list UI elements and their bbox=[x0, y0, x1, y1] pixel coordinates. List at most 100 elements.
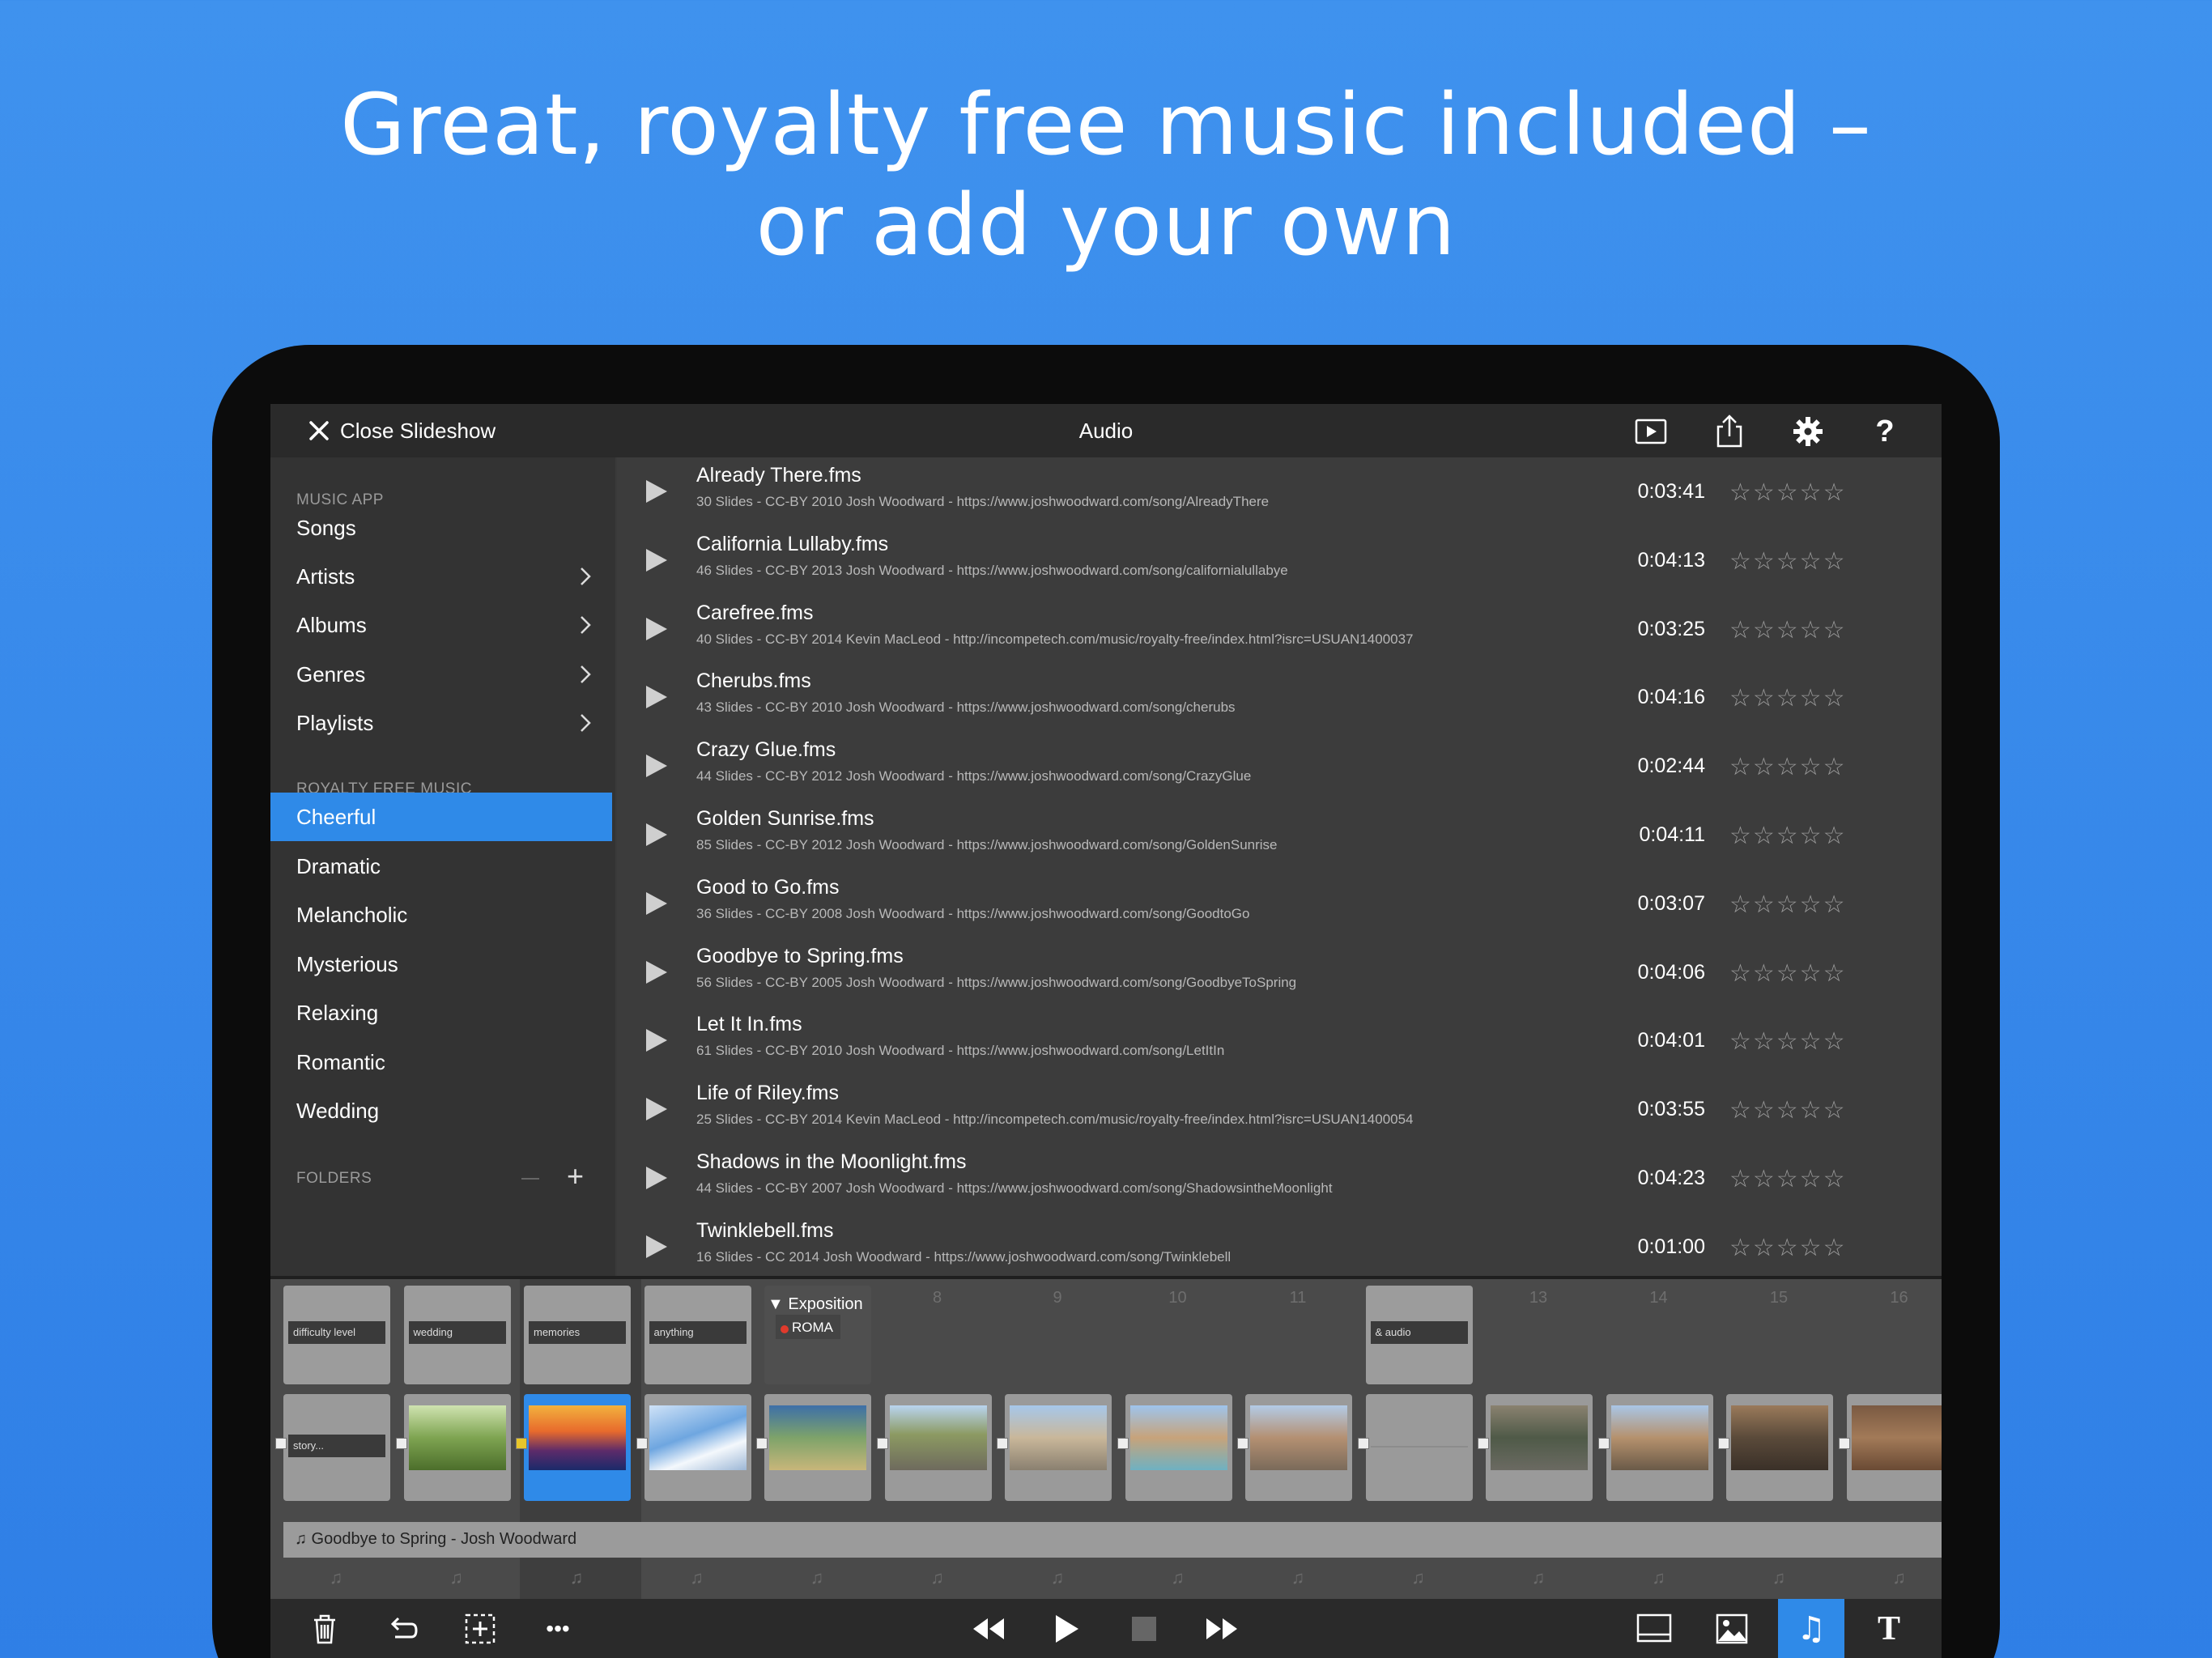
caption-slide[interactable]: wedding bbox=[403, 1286, 511, 1384]
play-preview-icon[interactable] bbox=[644, 959, 669, 985]
transition-marker[interactable] bbox=[997, 1438, 1008, 1449]
transition-marker[interactable] bbox=[516, 1438, 527, 1449]
add-folder-button[interactable]: + bbox=[567, 1162, 584, 1191]
slide-thumbnail[interactable] bbox=[1365, 1394, 1473, 1501]
song-row[interactable]: Good to Go.fms 36 Slides - CC-BY 2008 Jos… bbox=[617, 869, 1942, 937]
transition-marker[interactable] bbox=[1117, 1438, 1129, 1449]
more-icon[interactable]: ••• bbox=[539, 1610, 576, 1647]
play-preview-icon[interactable] bbox=[644, 822, 669, 848]
add-slide-icon[interactable] bbox=[462, 1610, 499, 1647]
slide-thumbnail[interactable] bbox=[884, 1394, 992, 1501]
play-preview-icon[interactable] bbox=[644, 1027, 669, 1053]
star-rating[interactable]: ☆☆☆☆☆ bbox=[1729, 1027, 1846, 1056]
undo-icon[interactable] bbox=[384, 1610, 421, 1647]
slide-thumbnail[interactable] bbox=[1245, 1394, 1352, 1501]
song-row[interactable]: Golden Sunrise.fms 85 Slides - CC-BY 2012… bbox=[617, 801, 1942, 869]
share-icon[interactable] bbox=[1712, 414, 1747, 449]
transition-marker[interactable] bbox=[275, 1438, 287, 1449]
caption-slide[interactable]: ▼ Exposition ROMA bbox=[764, 1286, 871, 1384]
song-row[interactable]: Goodbye to Spring.fms 56 Slides - CC-BY 2… bbox=[617, 938, 1942, 1006]
play-icon[interactable] bbox=[1048, 1610, 1085, 1647]
caption-slide[interactable]: memories bbox=[524, 1286, 631, 1384]
sidebar-item-mysterious[interactable]: Mysterious bbox=[270, 940, 612, 988]
sidebar-item-dramatic[interactable]: Dramatic bbox=[270, 842, 612, 891]
sidebar-item-playlists[interactable]: Playlists bbox=[270, 699, 612, 747]
star-rating[interactable]: ☆☆☆☆☆ bbox=[1729, 616, 1846, 644]
play-preview-icon[interactable] bbox=[644, 1096, 669, 1122]
transition-marker[interactable] bbox=[636, 1438, 648, 1449]
slide-thumbnail[interactable] bbox=[403, 1394, 511, 1501]
play-preview-icon[interactable] bbox=[644, 891, 669, 916]
audio-track[interactable]: ♫ Goodbye to Spring - Josh Woodward bbox=[283, 1522, 1942, 1558]
song-row[interactable]: Shadows in the Moonlight.fms 44 Slides - … bbox=[617, 1144, 1942, 1212]
star-rating[interactable]: ☆☆☆☆☆ bbox=[1729, 1234, 1846, 1262]
slide-thumbnail[interactable]: story... bbox=[283, 1394, 390, 1501]
transition-marker[interactable] bbox=[1357, 1438, 1369, 1449]
trash-icon[interactable] bbox=[306, 1610, 343, 1647]
sidebar-item-relaxing[interactable]: Relaxing bbox=[270, 988, 612, 1037]
transition-marker[interactable] bbox=[1597, 1438, 1610, 1449]
caption-slide[interactable]: difficulty level bbox=[283, 1286, 390, 1384]
slide-thumbnail[interactable] bbox=[644, 1394, 751, 1501]
caption-slide[interactable]: & audio bbox=[1365, 1286, 1473, 1384]
sidebar-item-cheerful[interactable]: Cheerful bbox=[270, 793, 612, 841]
sidebar-item-romantic[interactable]: Romantic bbox=[270, 1038, 612, 1086]
gear-icon[interactable] bbox=[1790, 414, 1826, 449]
transition-marker[interactable] bbox=[756, 1438, 768, 1449]
star-rating[interactable]: ☆☆☆☆☆ bbox=[1729, 959, 1846, 988]
song-row[interactable]: Twinklebell.fms 16 Slides - CC 2014 Josh … bbox=[617, 1213, 1942, 1281]
play-preview-icon[interactable] bbox=[644, 1165, 669, 1191]
song-row[interactable]: Life of Riley.fms 25 Slides - CC-BY 2014 … bbox=[617, 1075, 1942, 1143]
rewind-icon[interactable] bbox=[970, 1610, 1007, 1647]
song-row[interactable]: Let It In.fms 61 Slides - CC-BY 2010 Josh… bbox=[617, 1006, 1942, 1074]
play-preview-icon[interactable] bbox=[644, 684, 669, 710]
star-rating[interactable]: ☆☆☆☆☆ bbox=[1729, 1165, 1846, 1193]
close-slideshow-button[interactable]: Close Slideshow bbox=[306, 415, 496, 446]
song-row[interactable]: Already There.fms 30 Slides - CC-BY 2010 … bbox=[617, 457, 1942, 525]
text-icon[interactable]: T bbox=[1870, 1610, 1908, 1647]
slide-thumbnail[interactable] bbox=[1486, 1394, 1593, 1501]
sidebar-item-genres[interactable]: Genres bbox=[270, 650, 612, 699]
transition-marker[interactable] bbox=[1478, 1438, 1489, 1449]
sidebar-item-artists[interactable]: Artists bbox=[270, 552, 612, 601]
stop-icon[interactable] bbox=[1125, 1610, 1163, 1647]
slide-thumbnail[interactable] bbox=[1125, 1394, 1232, 1501]
play-preview-icon[interactable] bbox=[644, 547, 669, 573]
preview-play-icon[interactable] bbox=[1633, 414, 1669, 449]
caption-slide[interactable]: anything bbox=[644, 1286, 751, 1384]
fast-forward-icon[interactable] bbox=[1203, 1610, 1240, 1647]
play-preview-icon[interactable] bbox=[644, 478, 669, 504]
transition-marker[interactable] bbox=[1718, 1438, 1729, 1449]
sidebar-item-wedding[interactable]: Wedding bbox=[270, 1086, 612, 1135]
sidebar-item-melancholic[interactable]: Melancholic bbox=[270, 891, 612, 939]
play-preview-icon[interactable] bbox=[644, 1234, 669, 1260]
star-rating[interactable]: ☆☆☆☆☆ bbox=[1729, 478, 1846, 507]
star-rating[interactable]: ☆☆☆☆☆ bbox=[1729, 684, 1846, 712]
sidebar-item-songs[interactable]: Songs bbox=[270, 504, 612, 552]
slide-thumbnail[interactable] bbox=[764, 1394, 871, 1501]
transition-marker[interactable] bbox=[1237, 1438, 1249, 1449]
song-row[interactable]: California Lullaby.fms 46 Slides - CC-BY … bbox=[617, 526, 1942, 594]
play-preview-icon[interactable] bbox=[644, 753, 669, 779]
help-icon[interactable]: ? bbox=[1867, 414, 1903, 449]
slide-thumbnail[interactable] bbox=[1846, 1394, 1942, 1501]
song-row[interactable]: Crazy Glue.fms 44 Slides - CC-BY 2012 Jos… bbox=[617, 732, 1942, 800]
image-icon[interactable] bbox=[1713, 1610, 1750, 1647]
slide-thumbnail[interactable] bbox=[1606, 1394, 1713, 1501]
star-rating[interactable]: ☆☆☆☆☆ bbox=[1729, 891, 1846, 919]
sidebar-item-albums[interactable]: Albums bbox=[270, 601, 612, 649]
remove-folder-button[interactable] bbox=[521, 1178, 539, 1180]
play-preview-icon[interactable] bbox=[644, 616, 669, 642]
star-rating[interactable]: ☆☆☆☆☆ bbox=[1729, 547, 1846, 576]
song-row[interactable]: Carefree.fms 40 Slides - CC-BY 2014 Kevin… bbox=[617, 595, 1942, 663]
transition-marker[interactable] bbox=[395, 1438, 407, 1449]
layout-icon[interactable] bbox=[1636, 1610, 1673, 1647]
transition-marker[interactable] bbox=[1838, 1438, 1850, 1449]
slide-thumbnail[interactable] bbox=[1005, 1394, 1112, 1501]
star-rating[interactable]: ☆☆☆☆☆ bbox=[1729, 1096, 1846, 1124]
slide-thumbnail[interactable] bbox=[524, 1394, 631, 1501]
transition-marker[interactable] bbox=[876, 1438, 888, 1449]
star-rating[interactable]: ☆☆☆☆☆ bbox=[1729, 753, 1846, 781]
star-rating[interactable]: ☆☆☆☆☆ bbox=[1729, 822, 1846, 850]
music-icon[interactable]: ♫ bbox=[1793, 1610, 1830, 1647]
